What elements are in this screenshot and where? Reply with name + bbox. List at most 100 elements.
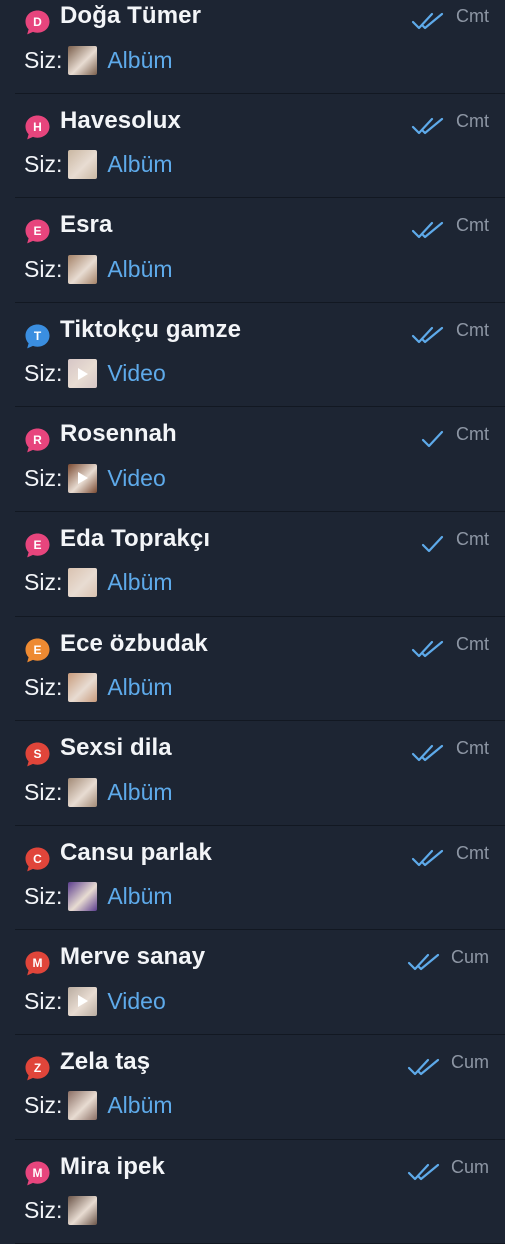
media-label: Albüm (107, 674, 173, 701)
chat-row[interactable]: E Ece özbudak Cmt Siz: Albüm (0, 617, 505, 722)
avatar-initial: S (33, 747, 41, 761)
avatar-initial: C (33, 852, 42, 866)
double-check-icon (411, 222, 444, 239)
message-preview: Siz: Albüm (24, 149, 173, 181)
chat-row[interactable]: D Doğa Tümer Cmt Siz: Albüm (0, 0, 505, 94)
message-preview: Siz: Albüm (24, 776, 173, 808)
chat-row[interactable]: S Sexsi dila Cmt Siz: Albüm (0, 721, 505, 826)
chat-bubble-avatar-icon[interactable]: T (24, 323, 51, 350)
media-thumbnail (68, 568, 98, 598)
media-label: Albüm (107, 1092, 173, 1119)
double-check-icon (411, 117, 444, 134)
chat-time: Cmt (456, 633, 489, 654)
chat-name: Rosennah (60, 420, 177, 448)
sender-prefix: Siz: (24, 464, 63, 491)
chat-bubble-avatar-icon[interactable]: M (24, 950, 51, 977)
media-label: Albüm (107, 46, 173, 73)
chat-bubble-avatar-icon[interactable]: S (24, 741, 51, 768)
chat-name: Doğa Tümer (60, 2, 202, 29)
chat-name: Havesolux (60, 106, 181, 134)
single-check-icon (421, 535, 444, 553)
sender-prefix: Siz: (24, 1092, 63, 1119)
media-thumbnail (68, 673, 98, 703)
sender-prefix: Siz: (24, 883, 63, 910)
media-thumbnail (68, 882, 98, 912)
play-icon (77, 472, 88, 485)
chat-row[interactable]: M Mira ipek Cum Siz: (0, 1140, 505, 1244)
media-label: Albüm (107, 255, 173, 282)
avatar-initial: R (33, 433, 42, 447)
read-status-icon (411, 116, 445, 136)
chat-time: Cmt (456, 110, 489, 131)
message-preview: Siz: Albüm (24, 567, 173, 599)
message-preview: Siz: Albüm (24, 1090, 173, 1122)
media-label: Albüm (107, 778, 173, 805)
double-check-icon (407, 1163, 440, 1180)
chat-time: Cmt (456, 319, 489, 340)
message-preview: Siz: Video (24, 985, 166, 1017)
chat-row[interactable]: E Esra Cmt Siz: Albüm (0, 198, 505, 303)
chat-name: Ece özbudak (60, 629, 208, 657)
avatar-initial: T (34, 329, 42, 343)
message-preview: Siz: Albüm (24, 44, 173, 76)
sender-prefix: Siz: (24, 151, 63, 178)
media-label: Albüm (107, 569, 173, 596)
chat-bubble-avatar-icon[interactable]: Z (24, 1055, 51, 1082)
media-thumbnail (68, 986, 98, 1016)
double-check-icon (407, 1058, 440, 1076)
read-status-icon (411, 11, 445, 31)
chat-bubble-avatar-icon[interactable]: M (24, 1160, 51, 1187)
double-check-icon (411, 745, 444, 762)
double-check-icon (411, 640, 444, 657)
chat-name: Cansu parlak (60, 838, 212, 866)
play-icon (77, 367, 88, 380)
avatar-initial: E (33, 224, 41, 238)
message-preview: Siz: Albüm (24, 881, 173, 913)
chat-bubble-avatar-icon[interactable]: R (24, 427, 51, 454)
sender-prefix: Siz: (24, 987, 63, 1014)
chat-name: Tiktokçu gamze (60, 315, 242, 343)
media-thumbnail (68, 777, 98, 807)
sender-prefix: Siz: (24, 360, 63, 387)
chat-row[interactable]: Z Zela taş Cum Siz: Albüm (0, 1035, 505, 1140)
avatar-initial: M (33, 956, 43, 970)
chat-list: D Doğa Tümer Cmt Siz: Albüm H Havesolux … (0, 0, 505, 1244)
chat-time: Cmt (456, 424, 489, 445)
message-preview: Siz: Albüm (24, 253, 173, 285)
read-status-icon (407, 1057, 441, 1077)
sender-prefix: Siz: (24, 674, 63, 701)
chat-bubble-avatar-icon[interactable]: E (24, 637, 51, 664)
avatar-initial: Z (34, 1061, 41, 1075)
single-check-icon (421, 431, 444, 448)
chat-bubble-avatar-icon[interactable]: D (24, 9, 51, 36)
chat-bubble-avatar-icon[interactable]: E (24, 218, 51, 245)
media-thumbnail (68, 1196, 98, 1226)
chat-row[interactable]: E Eda Toprakçı Cmt Siz: Albüm (0, 512, 505, 617)
chat-row[interactable]: R Rosennah Cmt Siz: Video (0, 407, 505, 512)
chat-name: Mira ipek (60, 1152, 165, 1180)
chat-name: Merve sanay (60, 943, 206, 971)
chat-bubble-avatar-icon[interactable]: H (24, 114, 51, 141)
read-status-icon (411, 325, 445, 345)
chat-time: Cmt (456, 528, 489, 549)
sender-prefix: Siz: (24, 46, 63, 73)
double-check-icon (411, 326, 444, 343)
chat-row[interactable]: C Cansu parlak Cmt Siz: Albüm (0, 826, 505, 931)
chat-name: Eda Toprakçı (60, 524, 211, 552)
double-check-icon (411, 12, 444, 30)
chat-name: Sexsi dila (60, 734, 172, 762)
chat-name: Esra (60, 211, 113, 239)
message-preview: Siz: Video (24, 462, 166, 494)
avatar-initial: D (33, 15, 42, 29)
read-status-icon (411, 743, 445, 763)
media-label: Video (107, 987, 166, 1014)
message-preview: Siz: Video (24, 358, 166, 390)
read-status-icon (411, 848, 445, 868)
chat-bubble-avatar-icon[interactable]: C (24, 846, 51, 873)
chat-row[interactable]: H Havesolux Cmt Siz: Albüm (0, 94, 505, 199)
media-thumbnail (68, 254, 98, 284)
chat-row[interactable]: T Tiktokçu gamze Cmt Siz: Video (0, 303, 505, 408)
chat-row[interactable]: M Merve sanay Cum Siz: Video (0, 930, 505, 1035)
chat-bubble-avatar-icon[interactable]: E (24, 532, 51, 559)
chat-time: Cum (450, 947, 489, 968)
